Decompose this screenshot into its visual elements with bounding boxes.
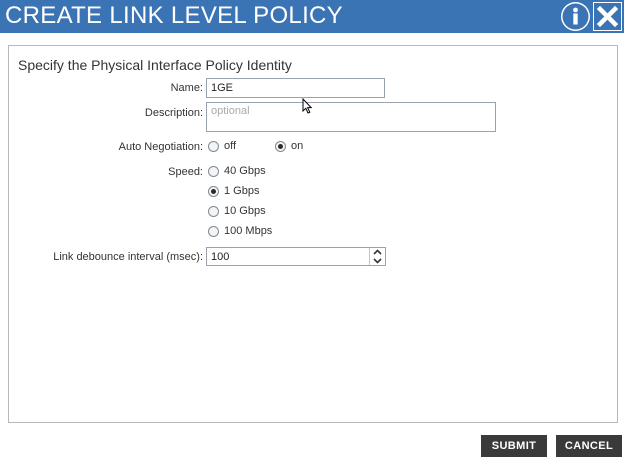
debounce-stepper[interactable] — [369, 248, 385, 265]
close-icon[interactable] — [593, 2, 622, 31]
debounce-label: Link debounce interval (msec): — [53, 251, 203, 263]
auto-negotiation-on-radio[interactable]: on — [275, 140, 303, 152]
debounce-input[interactable] — [206, 247, 386, 266]
section-title: Specify the Physical Interface Policy Id… — [18, 57, 292, 73]
speed-label: Speed: — [168, 166, 203, 178]
speed-10gbps-radio[interactable]: 10 Gbps — [208, 205, 266, 217]
speed-40gbps-label: 40 Gbps — [224, 165, 266, 177]
form-panel: Specify the Physical Interface Policy Id… — [8, 45, 618, 423]
cancel-button[interactable]: CANCEL — [556, 435, 622, 457]
info-icon[interactable] — [561, 2, 590, 31]
radio-on[interactable] — [275, 140, 286, 152]
speed-1gbps-radio[interactable]: 1 Gbps — [208, 185, 259, 197]
speed-40gbps-radio[interactable]: 40 Gbps — [208, 165, 266, 177]
auto-negotiation-label: Auto Negotiation: — [118, 141, 203, 153]
auto-negotiation-off-label: off — [224, 140, 237, 152]
speed-100mbps-radio[interactable]: 100 Mbps — [208, 225, 272, 237]
mouse-cursor-icon — [302, 97, 313, 119]
dialog-titlebar: CREATE LINK LEVEL POLICY — [0, 0, 624, 33]
title-icons — [561, 2, 622, 31]
submit-button[interactable]: SUBMIT — [481, 435, 547, 457]
description-label: Description: — [144, 107, 203, 119]
chevron-down-icon[interactable] — [370, 257, 385, 266]
dialog-title: CREATE LINK LEVEL POLICY — [5, 2, 343, 29]
radio-off[interactable] — [208, 140, 219, 152]
speed-10gbps-label: 10 Gbps — [224, 205, 266, 217]
speed-1gbps-label: 1 Gbps — [224, 185, 260, 197]
description-input[interactable] — [206, 102, 496, 132]
speed-100mbps-label: 100 Mbps — [224, 225, 273, 237]
auto-negotiation-on-label: on — [291, 140, 304, 152]
name-input[interactable] — [206, 78, 385, 98]
name-label: Name: — [170, 82, 203, 94]
auto-negotiation-off-radio[interactable]: off — [208, 140, 236, 152]
chevron-up-icon[interactable] — [370, 248, 385, 257]
